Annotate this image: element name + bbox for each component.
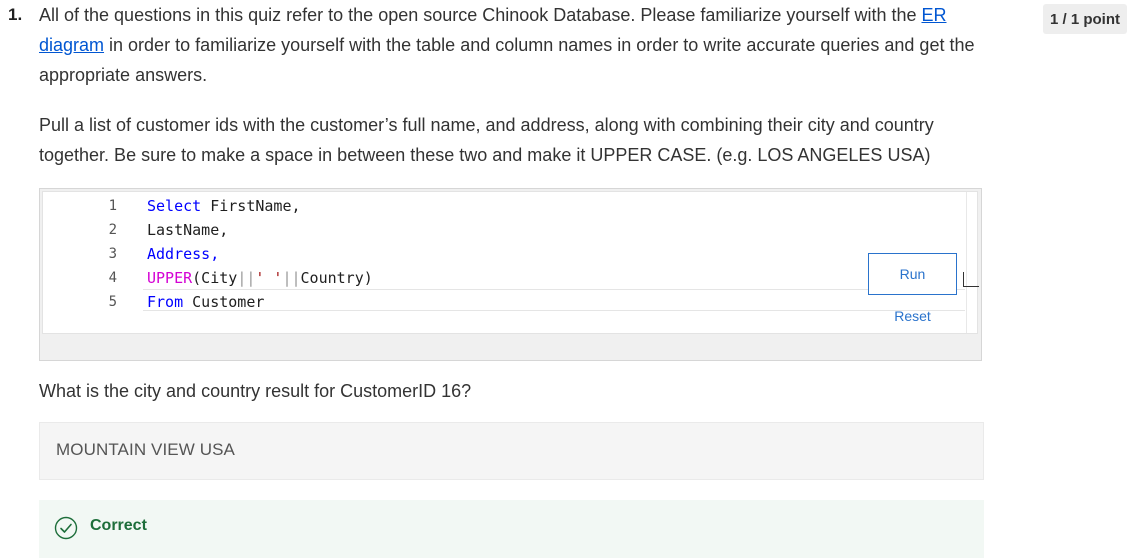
question-ask: What is the city and country result for … (39, 381, 472, 401)
line-number: 3 (108, 246, 117, 262)
intro-text-before: All of the questions in this quiz refer … (39, 5, 922, 25)
code-line[interactable]: 1 Select FirstName, (43, 194, 963, 218)
code-area[interactable]: 1 Select FirstName, 2 LastName, 3 Address, 4 UP… (42, 191, 978, 334)
question-prompt: Pull a list of customer ids with the cus… (39, 115, 934, 165)
check-circle-icon (54, 516, 78, 540)
question-intro: All of the questions in this quiz refer … (39, 0, 984, 90)
resize-handle[interactable] (963, 272, 979, 287)
feedback-status: Correct (90, 517, 147, 534)
line-number: 4 (108, 270, 117, 286)
code-text: From Customer (147, 290, 264, 314)
code-text: Address, (147, 242, 219, 266)
feedback-panel: Correct (39, 500, 984, 558)
question-number: 1. (8, 5, 23, 24)
reset-button[interactable]: Reset (868, 305, 957, 327)
code-token: Customer (183, 293, 265, 311)
code-token: LastName, (147, 221, 229, 239)
code-token: || (237, 269, 256, 287)
code-token: ' ' (255, 269, 283, 287)
answer-input[interactable]: MOUNTAIN VIEW USA (39, 422, 984, 480)
intro-text-after: in order to familiarize yourself with th… (39, 35, 975, 85)
code-line[interactable]: 4 UPPER(City||' '||Country) (43, 266, 963, 290)
code-token: Country) (300, 269, 373, 287)
editor-scrollbar[interactable] (966, 192, 980, 333)
line-number: 1 (108, 198, 117, 214)
points-badge: 1 / 1 point (1043, 4, 1127, 34)
code-token: Select (147, 197, 202, 215)
code-token: UPPER (147, 269, 193, 287)
code-token: || (282, 269, 301, 287)
code-token: Address, (147, 245, 220, 263)
run-button[interactable]: Run (868, 253, 957, 295)
code-line[interactable]: 2 LastName, (43, 218, 963, 242)
code-token: (City (192, 269, 238, 287)
answer-value: MOUNTAIN VIEW USA (56, 440, 235, 459)
code-text: UPPER(City||' '||Country) (147, 266, 373, 290)
code-line[interactable]: 5 From Customer (43, 290, 963, 314)
code-token: From (147, 293, 184, 311)
code-text: Select FirstName, (147, 194, 301, 218)
code-text: LastName, (147, 218, 228, 242)
line-number: 5 (108, 294, 117, 310)
code-token: FirstName, (201, 197, 301, 215)
code-line[interactable]: 3 Address, (43, 242, 963, 266)
line-number: 2 (108, 222, 117, 238)
code-editor: 1 Select FirstName, 2 LastName, 3 Address, 4 UP… (39, 188, 982, 361)
